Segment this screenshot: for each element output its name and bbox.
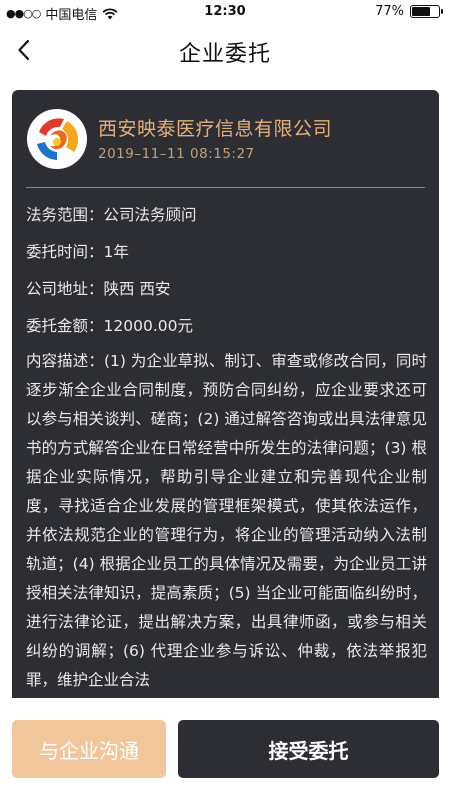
bottom-action-bar: 与企业沟通 接受委托 — [0, 698, 450, 800]
divider — [26, 187, 425, 188]
field-label: 委托金额： — [26, 317, 104, 335]
description-text: (1) 为企业草拟、制订、审查或修改合同，同时逐步渐全企业合同制度，预防合同纠纷… — [26, 352, 427, 689]
battery-level — [412, 7, 431, 16]
field-duration: 委托时间：1年 — [26, 234, 427, 271]
page-title: 企业委托 — [178, 42, 271, 67]
field-value: 12000.00元 — [103, 317, 193, 335]
company-name: 西安映泰医疗信息有限公司 — [98, 118, 333, 140]
field-scope: 法务范围：公司法务顾问 — [26, 197, 427, 234]
status-right: 77% — [375, 4, 443, 19]
field-value: 陕西 西安 — [103, 280, 171, 298]
field-label: 法务范围： — [26, 206, 104, 224]
field-value: 1年 — [103, 243, 129, 261]
field-description: 内容描述：(1) 为企业草拟、制订、审查或修改合同，同时逐步渐全企业合同制度，预… — [26, 347, 427, 695]
field-address: 公司地址：陕西 西安 — [26, 271, 427, 308]
nav-bar: 企业委托 — [0, 24, 450, 76]
field-value: 公司法务顾问 — [103, 206, 197, 224]
battery-percent: 77% — [375, 4, 404, 19]
field-label: 委托时间： — [26, 243, 104, 261]
contact-company-button[interactable]: 与企业沟通 — [12, 720, 166, 778]
entrustment-details: 法务范围：公司法务顾问 委托时间：1年 公司地址：陕西 西安 委托金额：1200… — [26, 197, 427, 695]
status-bar: ●●○○ 中国电信 12:30 77% — [0, 0, 450, 24]
publish-datetime: 2019–11–11 08:15:27 — [98, 146, 255, 162]
field-amount: 委托金额：12000.00元 — [26, 308, 427, 345]
battery-icon — [410, 5, 443, 18]
company-logo — [27, 109, 87, 169]
field-label: 公司地址： — [26, 280, 104, 298]
entrustment-card: 西安映泰医疗信息有限公司 2019–11–11 08:15:27 法务范围：公司… — [12, 90, 439, 790]
accept-entrustment-button[interactable]: 接受委托 — [178, 720, 439, 778]
description-label: 内容描述： — [26, 352, 104, 370]
